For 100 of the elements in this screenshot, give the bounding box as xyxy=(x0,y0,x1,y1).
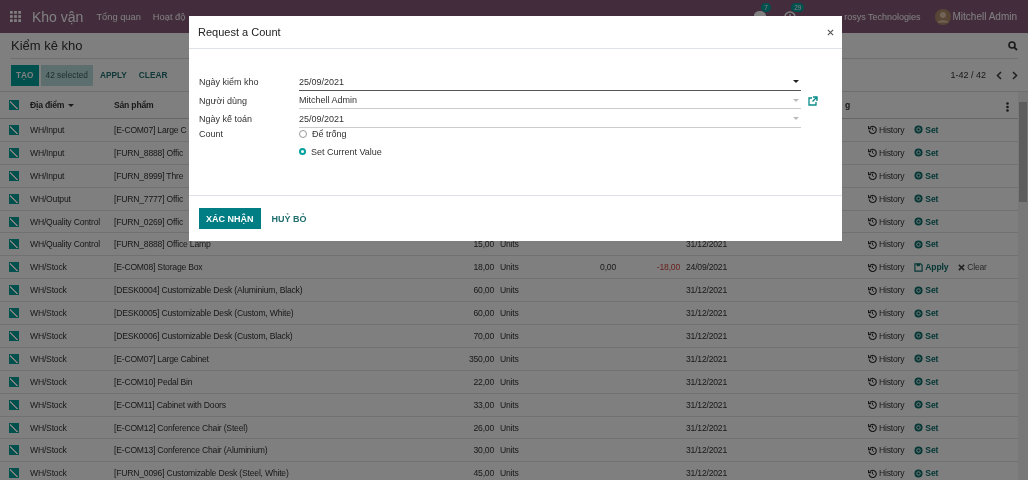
toolbar-button[interactable]: 42 selected xyxy=(40,64,93,86)
pager-value[interactable]: 1-42 / 42 xyxy=(950,70,986,80)
row-action-link[interactable]: History xyxy=(879,353,905,364)
input-field[interactable]: 25/09/2021 xyxy=(299,73,801,91)
table-cell: 31/12/2021 xyxy=(686,308,727,319)
row-action-link[interactable]: Set xyxy=(925,239,939,250)
row-action-link[interactable]: Set xyxy=(925,193,939,204)
checkbox[interactable] xyxy=(9,216,19,227)
row-action-link[interactable]: Set xyxy=(925,422,939,433)
row-action-link[interactable]: Set xyxy=(925,330,939,341)
row-action-link[interactable]: History xyxy=(879,308,905,319)
row-action-link[interactable]: Set xyxy=(925,399,939,410)
column-header[interactable]: Sản phẩm xyxy=(114,100,154,110)
table-cell-text: WH/Input xyxy=(29,147,65,158)
column-header[interactable]: g xyxy=(844,100,850,110)
checkbox[interactable] xyxy=(9,353,19,364)
checkbox[interactable] xyxy=(9,445,19,456)
table-cell-text: WH/Quality Control xyxy=(29,239,100,250)
row-action-link[interactable]: Set xyxy=(925,124,939,135)
menu-item[interactable]: Hoạt độ xyxy=(152,11,186,22)
row-action-link[interactable]: Set xyxy=(925,147,939,158)
row-action-link[interactable]: History xyxy=(879,216,905,227)
checkbox[interactable] xyxy=(9,285,19,296)
close-icon[interactable] xyxy=(827,28,834,36)
row-action-link[interactable]: History xyxy=(879,147,905,158)
row-action-link[interactable]: History xyxy=(879,193,905,204)
checkbox[interactable] xyxy=(9,100,19,110)
search-icon[interactable] xyxy=(1008,40,1018,51)
next-icon[interactable] xyxy=(1012,70,1018,80)
row-action-link[interactable]: Set xyxy=(925,376,939,387)
user-name[interactable]: Mitchell Admin xyxy=(952,11,1017,22)
more-icon[interactable] xyxy=(1006,102,1009,112)
table-cell: 30,00 xyxy=(473,445,494,456)
row-action-link[interactable]: History xyxy=(879,468,905,479)
table-cell-text: WH/Stock xyxy=(29,330,67,341)
previous-icon[interactable] xyxy=(996,70,1002,80)
radio-option[interactable]: Set Current Value xyxy=(299,146,382,157)
row-action-link[interactable]: History xyxy=(879,285,905,296)
toolbar-button[interactable]: TẠO xyxy=(11,64,39,86)
scrollbar[interactable] xyxy=(1018,92,1028,480)
row-action-link[interactable]: Set xyxy=(925,308,939,319)
history-icon xyxy=(868,468,877,478)
row-action-link[interactable]: History xyxy=(879,124,905,135)
checkbox[interactable] xyxy=(9,376,19,387)
row-action-link[interactable]: History xyxy=(879,422,905,433)
input-field[interactable]: Mitchell Admin xyxy=(299,92,801,110)
target-icon xyxy=(914,148,924,158)
table-cell: 45,00 xyxy=(473,468,494,479)
row-action-link[interactable]: Clear xyxy=(967,262,987,273)
row-action-link[interactable]: History xyxy=(879,376,905,387)
row-action-link[interactable]: Set xyxy=(925,285,939,296)
checkbox[interactable] xyxy=(9,399,19,410)
table-cell-text: WH/Stock xyxy=(29,376,67,387)
row-action-link[interactable]: History xyxy=(879,239,905,250)
toolbar-button[interactable]: CLEAR xyxy=(133,64,173,86)
checkbox[interactable] xyxy=(9,262,19,273)
target-icon xyxy=(914,400,924,410)
input-field[interactable]: 25/09/2021 xyxy=(299,110,801,128)
dialog-button[interactable]: HUỶ BỎ xyxy=(264,208,314,229)
row-action-link[interactable]: History xyxy=(879,399,905,410)
dialog-button[interactable]: XÁC NHẬN xyxy=(199,208,261,229)
checkbox[interactable] xyxy=(9,124,19,135)
history-icon xyxy=(868,171,877,181)
column-header[interactable]: Địa điểm xyxy=(30,100,65,110)
checkbox[interactable] xyxy=(9,193,19,204)
row-action-link[interactable]: Set xyxy=(925,216,939,227)
row-action-link[interactable]: History xyxy=(879,445,905,456)
table-cell: Units xyxy=(500,308,519,319)
checkbox[interactable] xyxy=(9,468,19,479)
table-cell-text: [DESK0004] Customizable Desk (Aluminium, Black) xyxy=(113,285,303,296)
row-action-link[interactable]: Set xyxy=(925,170,939,181)
row-action-link[interactable]: History xyxy=(879,170,905,181)
table-cell: 31/12/2021 xyxy=(686,445,727,456)
checkbox[interactable] xyxy=(9,422,19,433)
table-cell: 31/12/2021 xyxy=(686,376,727,387)
checkbox[interactable] xyxy=(9,147,19,158)
row-action-link[interactable]: Set xyxy=(925,468,939,479)
row-action-link[interactable]: Set xyxy=(925,445,939,456)
row-action-link[interactable]: History xyxy=(879,262,905,273)
company-name[interactable]: rosys Technologies xyxy=(844,11,921,22)
radio-option[interactable]: Để trống xyxy=(299,128,382,139)
target-icon xyxy=(914,217,924,226)
checkbox[interactable] xyxy=(9,239,19,250)
table-cell: 70,00 xyxy=(473,330,494,341)
target-icon xyxy=(914,423,924,432)
table-cell-text: WH/Output xyxy=(29,193,71,204)
toolbar-button[interactable]: APPLY xyxy=(94,64,132,86)
checkbox[interactable] xyxy=(9,330,19,341)
external-link-icon[interactable] xyxy=(808,95,818,106)
row-action-link[interactable]: Set xyxy=(925,353,939,364)
avatar-icon[interactable] xyxy=(934,8,951,25)
app-name[interactable]: Kho vận xyxy=(32,8,84,25)
row-action-link[interactable]: History xyxy=(879,330,905,341)
apps-menu-icon[interactable] xyxy=(10,11,21,22)
row-action-link[interactable]: Apply xyxy=(925,262,949,273)
table-cell: 0,00 xyxy=(600,262,616,273)
checkbox[interactable] xyxy=(9,308,19,319)
checkbox[interactable] xyxy=(9,170,19,181)
history-icon xyxy=(868,239,877,249)
menu-item[interactable]: Tổng quan xyxy=(96,11,141,22)
